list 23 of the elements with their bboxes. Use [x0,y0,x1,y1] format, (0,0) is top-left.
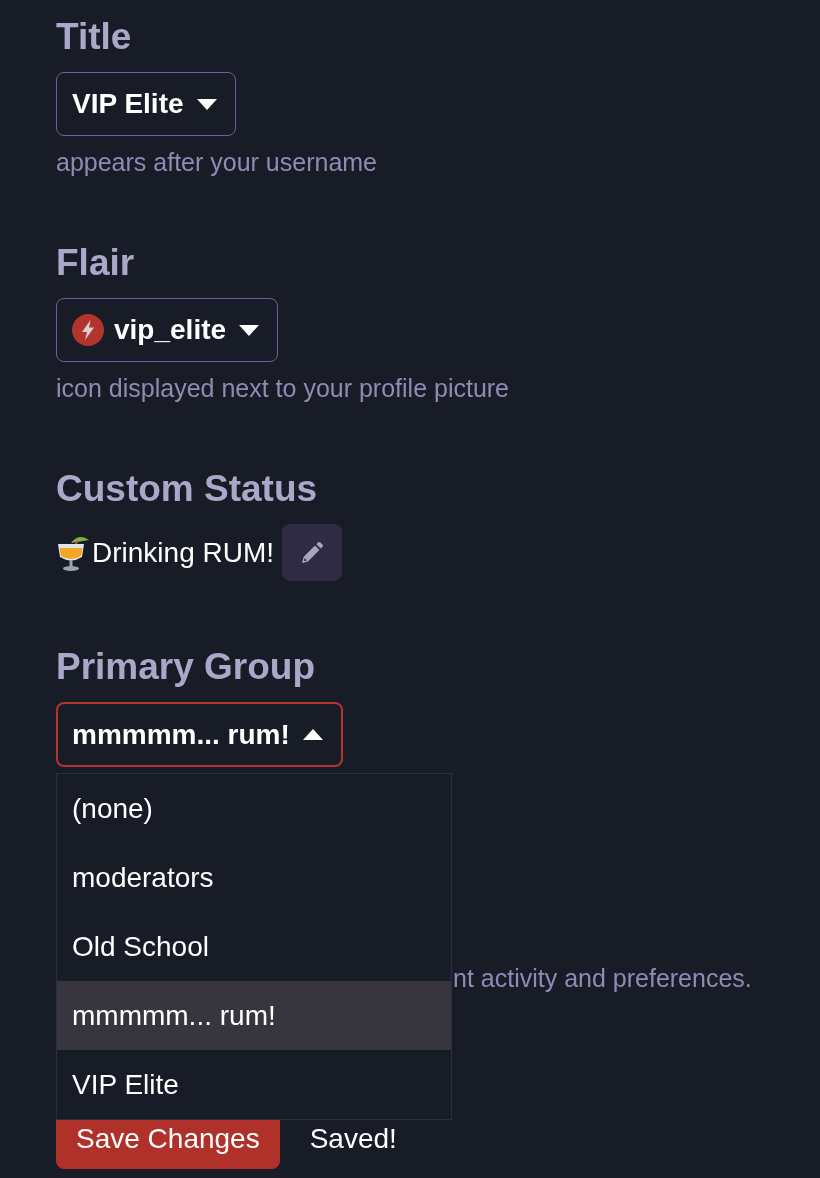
dropdown-option[interactable]: Old School [57,912,451,981]
section-heading: Custom Status [56,467,318,511]
help-text: icon displayed next to your profile picture [56,373,510,403]
save-status-text: Saved! [309,1123,397,1155]
dropdown-option[interactable]: moderators [57,843,451,912]
dropdown-select[interactable]: vip_elite [56,298,279,362]
section-heading: Title [56,15,132,59]
dropdown-select[interactable]: mmmmm... rum! [56,702,343,767]
lightning-badge-icon [72,314,104,346]
description-text: nt activity and preferences. [453,963,752,993]
help-text: appears after your username [56,147,377,177]
caret-down-icon [239,324,260,336]
caret-down-icon [196,98,217,110]
dropdown-option[interactable]: mmmmm... rum! [57,981,451,1050]
caret-up-icon [302,729,323,740]
status-text: Drinking RUM! [92,535,275,570]
section-heading: Flair [56,241,135,285]
dropdown-option[interactable]: (none) [57,774,451,843]
edit-button[interactable] [282,524,343,581]
dropdown-select[interactable]: VIP Elite [56,72,236,136]
cocktail-glass-icon [56,534,89,571]
section-heading: Primary Group [56,645,316,689]
pencil-icon [300,540,325,565]
